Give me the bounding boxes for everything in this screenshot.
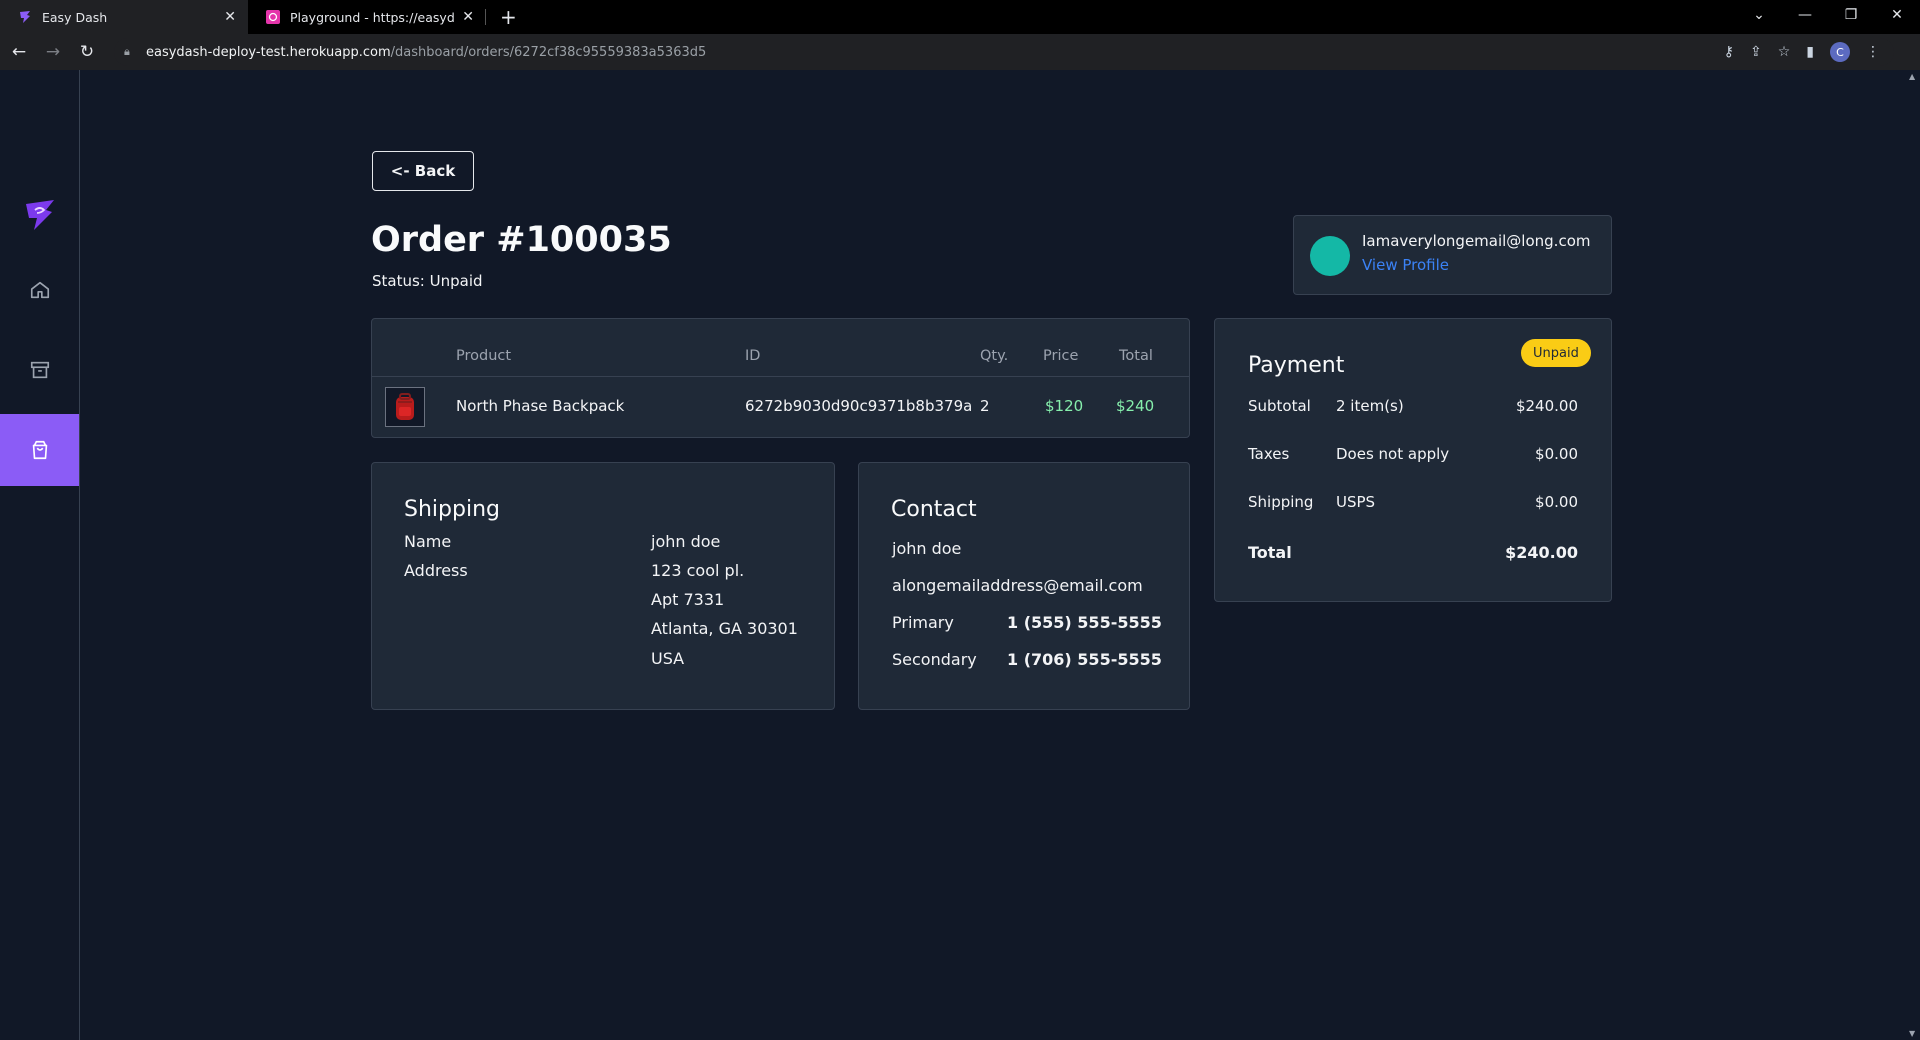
product-price: $120 [1045,397,1084,415]
column-header-total: Total [1119,348,1153,364]
restore-icon[interactable]: ❐ [1828,0,1874,30]
profile-avatar[interactable]: C [1830,42,1850,62]
browser-tab-bar: Easy Dash ✕ Playground - https://easydas… [0,0,1920,34]
home-icon [30,281,49,299]
sidebar-item-products[interactable] [0,334,79,406]
address-line-3: Atlanta, GA 30301 [651,619,798,638]
payment-card: Payment Unpaid Subtotal 2 item(s) $240.0… [1214,318,1612,602]
easy-dash-logo-icon[interactable] [24,198,56,232]
side-panel-icon[interactable]: ▮ [1806,44,1814,60]
page-title: Order #100035 [371,220,672,260]
easy-dash-favicon-icon [20,11,30,23]
back-arrow-icon[interactable]: ← [4,37,34,67]
shipping-title: Shipping [404,497,500,522]
app-viewport: <- Back Order #100035 Status: Unpaid Iam… [0,70,1920,1040]
star-icon[interactable]: ☆ [1778,44,1791,60]
close-window-icon[interactable]: ✕ [1874,0,1920,30]
tab-title: Playground - https://easydash-d [290,9,455,25]
archive-icon [30,361,49,379]
contact-card: Contact john doe alongemailaddress@email… [858,462,1190,710]
subtotal-detail: 2 item(s) [1336,397,1404,415]
back-button[interactable]: <- Back [372,151,474,191]
product-name[interactable]: North Phase Backpack [456,397,624,415]
address-line-2: Apt 7331 [651,590,725,609]
tab-title: Easy Dash [42,9,108,25]
address-line-1: 123 cool pl. [651,561,745,580]
product-total: $240 [1116,397,1155,415]
shipping-label: Shipping [1248,493,1314,511]
forward-arrow-icon[interactable]: → [38,37,68,67]
taxes-detail: Does not apply [1336,445,1450,463]
backpack-image [396,393,414,420]
sidebar-item-orders[interactable] [0,414,79,486]
status-badge: Unpaid [1521,339,1591,367]
name-label: Name [404,532,452,551]
order-items-table: Product ID Qty. Price Total North Phase … [371,318,1190,438]
browser-tab-easy-dash[interactable]: Easy Dash ✕ [0,0,248,34]
avatar [1310,236,1350,276]
url-host: easydash-deploy-test.herokuapp.com [146,44,391,60]
total-label: Total [1248,543,1292,562]
contact-email: alongemailaddress@email.com [892,576,1143,595]
total-amount: $240.00 [1505,543,1578,562]
shipping-card: Shipping Name john doe Address 123 cool … [371,462,835,710]
scroll-up-icon[interactable]: ▲ [1909,72,1915,81]
divider [372,376,1189,377]
close-tab-icon[interactable]: ✕ [224,9,236,25]
product-id: 6272b9030d90c9371b8b379a [745,397,973,415]
primary-phone: 1 (555) 555-5555 [1007,613,1162,632]
url-path: /dashboard/orders/6272cf38c95559383a5363… [390,44,707,60]
sidebar [0,70,80,1040]
new-tab-button[interactable]: + [486,0,531,34]
shipping-detail: USPS [1336,493,1376,511]
payment-title: Payment [1248,353,1345,378]
subtotal-label: Subtotal [1248,397,1311,415]
product-qty: 2 [980,397,990,415]
minimize-icon[interactable]: — [1782,0,1828,30]
close-tab-icon[interactable]: ✕ [462,9,474,25]
lock-icon: 🔒︎ [124,45,130,58]
column-header-qty: Qty. [980,348,1009,364]
window-controls: ⌄ — ❐ ✕ [1736,0,1920,34]
primary-phone-label: Primary [892,613,954,632]
shopping-bag-icon [32,440,47,460]
customer-card: Iamaverylongemail@long.com View Profile [1293,215,1612,295]
shipping-amount: $0.00 [1535,493,1578,511]
sidebar-item-home[interactable] [0,254,79,326]
customer-email: Iamaverylongemail@long.com [1362,232,1591,250]
share-icon[interactable]: ⇪ [1750,44,1762,60]
address-line-4: USA [651,649,685,668]
scroll-down-icon[interactable]: ▼ [1909,1029,1915,1038]
column-header-price: Price [1043,348,1079,364]
order-status: Status: Unpaid [372,272,483,290]
tab-search-icon[interactable]: ⌄ [1736,0,1782,30]
view-profile-link[interactable]: View Profile [1362,256,1449,274]
browser-tab-playground[interactable]: Playground - https://easydash-d ✕ [248,0,486,34]
scrollbar[interactable]: ▲ ▼ [1906,70,1920,1040]
secondary-phone-label: Secondary [892,650,977,669]
column-header-id: ID [745,348,761,364]
address-bar: ← → ↻ 🔒︎ easydash-deploy-test.herokuapp.… [0,34,1920,70]
playground-favicon-icon [266,10,280,24]
url-field[interactable]: 🔒︎ easydash-deploy-test.herokuapp.com/da… [114,38,1894,66]
menu-kebab-icon[interactable]: ⋮ [1866,44,1894,60]
name-value: john doe [651,532,721,551]
reload-icon[interactable]: ↻ [72,37,102,67]
contact-title: Contact [891,497,977,522]
key-icon[interactable]: ⚷ [1724,44,1734,60]
product-thumbnail[interactable] [385,387,425,427]
secondary-phone: 1 (706) 555-5555 [1007,650,1162,669]
taxes-amount: $0.00 [1535,445,1578,463]
column-header-product: Product [456,348,512,364]
taxes-label: Taxes [1248,445,1290,463]
subtotal-amount: $240.00 [1515,397,1578,415]
contact-name: john doe [892,539,962,558]
address-label: Address [404,561,468,580]
